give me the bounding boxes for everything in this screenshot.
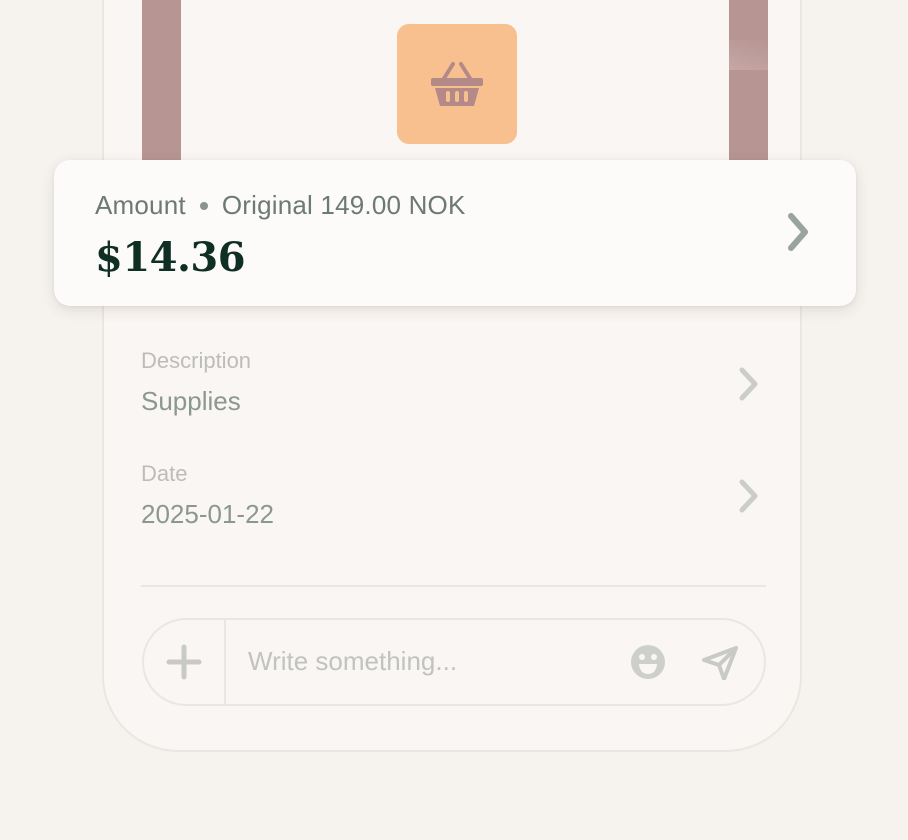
description-value: Supplies bbox=[141, 386, 241, 416]
receipt-background-left bbox=[142, 0, 181, 162]
message-composer: Write something... bbox=[142, 618, 766, 706]
chevron-right-icon[interactable] bbox=[737, 478, 761, 514]
amount-label: Amount bbox=[95, 190, 186, 220]
separator-dot bbox=[199, 201, 208, 210]
plus-icon bbox=[166, 644, 202, 680]
date-value: 2025-01-22 bbox=[141, 499, 274, 529]
shopping-basket-icon bbox=[431, 62, 483, 106]
amount-card[interactable]: Amount Original 149.00 NOK $14.36 bbox=[54, 160, 856, 306]
description-label: Description bbox=[141, 348, 252, 373]
original-amount: Original 149.00 NOK bbox=[221, 190, 466, 220]
amount-header: Amount Original 149.00 NOK bbox=[95, 190, 466, 221]
chevron-right-icon bbox=[788, 213, 808, 251]
date-field[interactable]: Date 2025-01-22 bbox=[141, 461, 274, 530]
description-field[interactable]: Description Supplies bbox=[141, 348, 251, 417]
chevron-right-icon[interactable] bbox=[737, 366, 761, 402]
add-attachment-button[interactable] bbox=[144, 620, 226, 704]
amount-value: $14.36 bbox=[95, 234, 246, 281]
emoji-icon[interactable] bbox=[630, 644, 666, 680]
date-label: Date bbox=[141, 461, 188, 486]
merchant-category-tile bbox=[397, 24, 517, 144]
receipt-background-right bbox=[729, 0, 768, 162]
message-input[interactable]: Write something... bbox=[248, 646, 457, 677]
divider bbox=[141, 585, 766, 587]
send-icon[interactable] bbox=[702, 646, 738, 680]
